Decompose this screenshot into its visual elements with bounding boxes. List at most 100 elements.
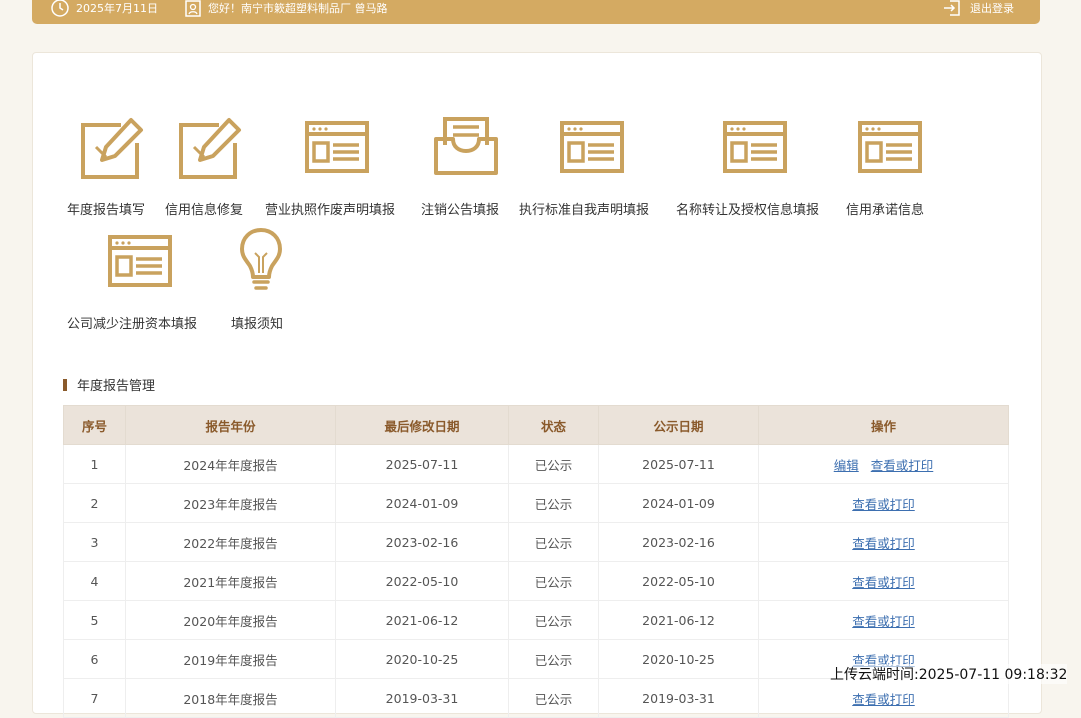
date-text: 2025年7月11日	[76, 2, 158, 15]
cell-year: 2022年年度报告	[125, 522, 336, 562]
cell-actions: 查看或打印	[758, 678, 1009, 718]
edit-icon	[177, 117, 243, 183]
view-print-link[interactable]: 查看或打印	[852, 614, 915, 629]
cell-year: 2018年年度报告	[125, 678, 336, 718]
main-card: 年度报告填写 信用信息修复 营业执照作废声明填报 注销公告填报 执行标准自我声明…	[32, 52, 1042, 718]
column-header: 序号	[63, 405, 126, 445]
view-print-link[interactable]: 查看或打印	[852, 497, 915, 512]
edit-link[interactable]: 编辑	[834, 458, 859, 473]
cell-modified: 2020-10-25	[335, 639, 509, 679]
form-window-icon	[858, 121, 922, 177]
cell-modified: 2019-03-31	[335, 678, 509, 718]
cell-actions: 查看或打印	[758, 483, 1009, 523]
cell-no: 7	[63, 678, 126, 718]
greeting-text: 您好！南宁市簌超塑料制品厂 曾马路	[208, 2, 388, 15]
cell-year: 2023年年度报告	[125, 483, 336, 523]
cell-modified: 2024-01-09	[335, 483, 509, 523]
cell-modified: 2025-07-11	[335, 444, 509, 484]
clock-icon	[50, 0, 70, 18]
date-display: 2025年7月11日	[50, 0, 158, 18]
form-window-icon	[108, 235, 172, 291]
tile-label: 信用信息修复	[165, 203, 244, 218]
cell-modified: 2021-06-12	[335, 600, 509, 640]
view-print-link[interactable]: 查看或打印	[852, 575, 915, 590]
column-header: 状态	[508, 405, 599, 445]
view-print-link[interactable]: 查看或打印	[871, 458, 934, 473]
form-window-icon	[560, 121, 624, 177]
cell-actions: 查看或打印	[758, 561, 1009, 601]
tile-name-transfer[interactable]: 名称转让及授权信息填报	[676, 113, 836, 223]
table-row: 4 2021年年度报告 2022-05-10 已公示 2022-05-10 查看…	[63, 561, 1009, 601]
cell-year: 2024年年度报告	[125, 444, 336, 484]
section-title-text: 年度报告管理	[77, 379, 156, 394]
top-header-bar: 2025年7月11日 您好！南宁市簌超塑料制品厂 曾马路 退出登录	[32, 0, 1040, 24]
tile-annual-report-fill[interactable]: 年度报告填写	[67, 113, 159, 223]
tile-label: 年度报告填写	[67, 203, 146, 218]
table-row: 2 2023年年度报告 2024-01-09 已公示 2024-01-09 查看…	[63, 483, 1009, 523]
cell-year: 2021年年度报告	[125, 561, 336, 601]
greeting: 您好！南宁市簌超塑料制品厂 曾马路	[184, 0, 388, 18]
view-print-link[interactable]: 查看或打印	[852, 692, 915, 707]
tile-standard-self-declaration[interactable]: 执行标准自我声明填报	[519, 113, 665, 223]
lightbulb-icon	[238, 227, 284, 297]
table-row: 5 2020年年度报告 2021-06-12 已公示 2021-06-12 查看…	[63, 600, 1009, 640]
view-print-link[interactable]: 查看或打印	[852, 536, 915, 551]
cell-actions: 编辑 查看或打印	[758, 444, 1009, 484]
cell-status: 已公示	[508, 561, 599, 601]
tile-label: 执行标准自我声明填报	[519, 203, 650, 218]
logout-icon	[942, 0, 962, 18]
section-marker	[63, 378, 67, 391]
cell-modified: 2022-05-10	[335, 561, 509, 601]
cell-published: 2023-02-16	[598, 522, 759, 562]
logout-button[interactable]: 退出登录	[942, 0, 1014, 18]
cell-no: 6	[63, 639, 126, 679]
logout-label[interactable]: 退出登录	[970, 0, 1014, 16]
cell-actions: 查看或打印	[758, 600, 1009, 640]
user-document-icon	[184, 0, 202, 18]
form-window-icon	[723, 121, 787, 177]
cell-published: 2024-01-09	[598, 483, 759, 523]
inbox-tray-icon	[433, 115, 499, 181]
cell-year: 2019年年度报告	[125, 639, 336, 679]
cell-published: 2021-06-12	[598, 600, 759, 640]
cell-status: 已公示	[508, 483, 599, 523]
form-window-icon	[305, 121, 369, 177]
cell-year: 2020年年度报告	[125, 600, 336, 640]
cell-published: 2025-07-11	[598, 444, 759, 484]
section-title: 年度报告管理	[63, 375, 155, 394]
tile-filing-instructions[interactable]: 填报须知	[231, 227, 291, 337]
tile-capital-reduction[interactable]: 公司减少注册资本填报	[67, 227, 213, 337]
edit-icon	[79, 117, 145, 183]
tile-label: 名称转让及授权信息填报	[676, 203, 820, 218]
table-row: 3 2022年年度报告 2023-02-16 已公示 2023-02-16 查看…	[63, 522, 1009, 562]
cell-no: 5	[63, 600, 126, 640]
upload-time-overlay: 上传云端时间:2025-07-11 09:18:32	[830, 664, 1068, 684]
cell-status: 已公示	[508, 639, 599, 679]
cell-status: 已公示	[508, 678, 599, 718]
table-header-row: 序号 报告年份 最后修改日期 状态 公示日期 操作	[63, 405, 1009, 445]
tile-label: 注销公告填报	[421, 203, 500, 218]
cell-status: 已公示	[508, 522, 599, 562]
column-header: 操作	[758, 405, 1009, 445]
table-row: 1 2024年年度报告 2025-07-11 已公示 2025-07-11 编辑…	[63, 444, 1009, 484]
table-row: 7 2018年年度报告 2019-03-31 已公示 2019-03-31 查看…	[63, 678, 1009, 718]
cell-status: 已公示	[508, 444, 599, 484]
cell-status: 已公示	[508, 600, 599, 640]
cell-published: 2022-05-10	[598, 561, 759, 601]
cell-actions: 查看或打印	[758, 522, 1009, 562]
cell-no: 3	[63, 522, 126, 562]
cell-no: 1	[63, 444, 126, 484]
tile-label: 公司减少注册资本填报	[67, 317, 198, 332]
tile-license-void-statement[interactable]: 营业执照作废声明填报	[265, 113, 411, 223]
tile-credit-commitment[interactable]: 信用承诺信息	[846, 113, 936, 223]
tile-label: 营业执照作废声明填报	[265, 203, 396, 218]
tile-deregistration-notice[interactable]: 注销公告填报	[421, 113, 511, 223]
cell-published: 2020-10-25	[598, 639, 759, 679]
tile-credit-repair[interactable]: 信用信息修复	[165, 113, 257, 223]
cell-modified: 2023-02-16	[335, 522, 509, 562]
column-header: 最后修改日期	[335, 405, 509, 445]
cell-published: 2019-03-31	[598, 678, 759, 718]
column-header: 公示日期	[598, 405, 759, 445]
cell-no: 4	[63, 561, 126, 601]
column-header: 报告年份	[125, 405, 336, 445]
